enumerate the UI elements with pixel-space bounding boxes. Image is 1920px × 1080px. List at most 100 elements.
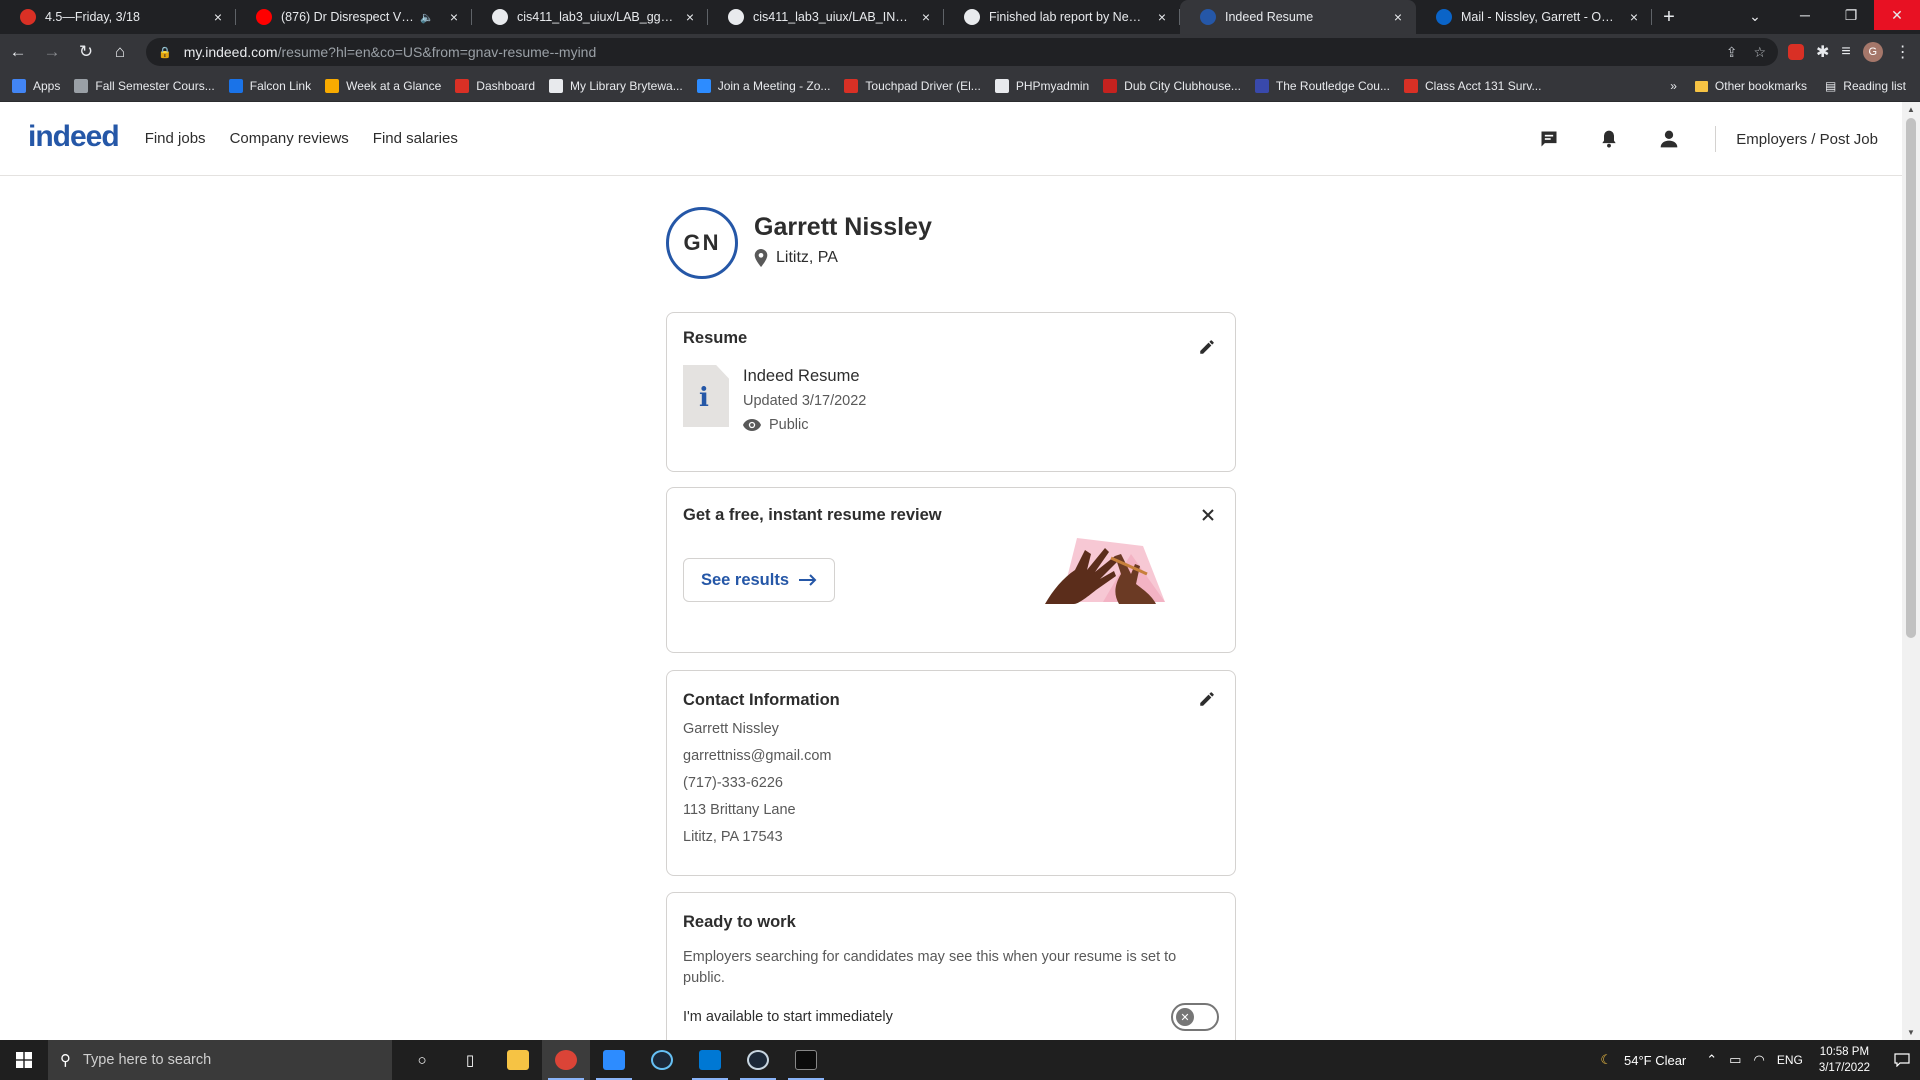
scroll-up-arrow-icon[interactable]: ▲ bbox=[1907, 105, 1915, 114]
see-results-button[interactable]: See results bbox=[683, 558, 835, 602]
tab-close-icon[interactable]: × bbox=[446, 9, 462, 25]
tab-close-icon[interactable]: × bbox=[1390, 9, 1406, 25]
tab-search-icon[interactable]: ⌄ bbox=[1740, 4, 1770, 28]
tab-close-icon[interactable]: × bbox=[918, 9, 934, 25]
bookmark-item[interactable]: Apps bbox=[12, 78, 60, 93]
browser-tab[interactable]: Finished lab report by NedacNobody × bbox=[944, 0, 1180, 34]
browser-tab[interactable]: Mail - Nissley, Garrett - Outlook × bbox=[1416, 0, 1652, 34]
steam-taskbar-icon[interactable] bbox=[638, 1040, 686, 1080]
bookmark-item[interactable]: Week at a Glance bbox=[325, 78, 441, 93]
tray-chevron-up-icon[interactable]: ⌃ bbox=[1706, 1052, 1717, 1068]
minimize-icon[interactable]: ─ bbox=[1782, 0, 1828, 30]
zoom-taskbar-icon[interactable] bbox=[590, 1040, 638, 1080]
weather-text[interactable]: 54°F Clear bbox=[1624, 1053, 1686, 1068]
resume-document-icon[interactable]: i bbox=[683, 365, 729, 427]
bookmark-item[interactable]: Join a Meeting - Zo... bbox=[696, 78, 830, 93]
eye-icon bbox=[743, 419, 761, 431]
visibility-label: Public bbox=[769, 417, 809, 433]
wifi-icon[interactable]: ◠ bbox=[1753, 1052, 1764, 1068]
resume-visibility[interactable]: Public bbox=[743, 417, 809, 433]
bookmark-star-icon[interactable]: ☆ bbox=[1753, 44, 1766, 61]
battery-icon[interactable]: ▭ bbox=[1729, 1052, 1741, 1068]
url-host: my.indeed.com bbox=[183, 44, 278, 60]
nav-company-reviews[interactable]: Company reviews bbox=[230, 130, 349, 147]
tab-favicon-icon bbox=[492, 9, 508, 25]
other-bookmarks[interactable]: Other bookmarks bbox=[1694, 79, 1807, 93]
bookmark-item[interactable]: Dashboard bbox=[455, 78, 535, 93]
forward-icon[interactable]: → bbox=[36, 36, 68, 68]
contact-name: Garrett Nissley bbox=[683, 721, 779, 737]
cortana-icon[interactable]: ○ bbox=[398, 1040, 446, 1080]
notifications-bell-icon[interactable] bbox=[1579, 128, 1639, 150]
tab-close-icon[interactable]: × bbox=[1626, 9, 1642, 25]
tab-close-icon[interactable]: × bbox=[682, 9, 698, 25]
nav-find-jobs[interactable]: Find jobs bbox=[145, 130, 206, 147]
windows-start-icon[interactable] bbox=[0, 1040, 48, 1080]
edit-contact-pencil-icon[interactable] bbox=[1195, 687, 1219, 711]
weather-moon-icon[interactable]: ☾ bbox=[1600, 1052, 1612, 1068]
menu-kebab-icon[interactable]: ⋮ bbox=[1895, 42, 1911, 62]
new-tab-button[interactable]: + bbox=[1652, 0, 1686, 34]
bookmark-item[interactable]: Touchpad Driver (El... bbox=[844, 78, 981, 93]
resume-file-name[interactable]: Indeed Resume bbox=[743, 367, 860, 386]
bookmark-item[interactable]: Dub City Clubhouse... bbox=[1103, 78, 1241, 93]
bookmarks-overflow[interactable]: » bbox=[1670, 79, 1677, 93]
tab-separator bbox=[1651, 9, 1652, 25]
vscode-taskbar-icon[interactable] bbox=[686, 1040, 734, 1080]
browser-tab-active[interactable]: Indeed Resume × bbox=[1180, 0, 1416, 34]
indeed-logo[interactable]: indeed bbox=[28, 120, 120, 154]
bookmark-item[interactable]: Falcon Link bbox=[228, 78, 311, 93]
account-person-icon[interactable] bbox=[1639, 129, 1699, 149]
tab-close-icon[interactable]: × bbox=[210, 9, 226, 25]
terminal-taskbar-icon[interactable] bbox=[782, 1040, 830, 1080]
page-viewport: indeed Find jobs Company reviews Find sa… bbox=[0, 102, 1902, 1040]
tab-audio-icon[interactable]: 🔈 bbox=[420, 11, 434, 24]
reading-list[interactable]: ▤ Reading list bbox=[1825, 79, 1906, 93]
nav-find-salaries[interactable]: Find salaries bbox=[373, 130, 458, 147]
extension-icon[interactable] bbox=[1788, 44, 1804, 60]
back-icon[interactable]: ← bbox=[2, 36, 34, 68]
dismiss-close-icon[interactable] bbox=[1197, 504, 1219, 526]
browser-tab[interactable]: (876) Dr Disrespect Vs Twitch 🔈 × bbox=[236, 0, 472, 34]
url-path: /resume?hl=en&co=US&from=gnav-resume--my… bbox=[277, 44, 597, 60]
input-language[interactable]: ENG bbox=[1777, 1053, 1803, 1067]
available-toggle[interactable]: ✕ bbox=[1171, 1003, 1219, 1031]
task-view-icon[interactable]: ▯ bbox=[446, 1040, 494, 1080]
profile-avatar[interactable]: G bbox=[1862, 42, 1883, 62]
tab-close-icon[interactable]: × bbox=[1154, 9, 1170, 25]
chrome-taskbar-icon[interactable] bbox=[542, 1040, 590, 1080]
bookmark-item[interactable]: The Routledge Cou... bbox=[1254, 78, 1390, 93]
tab-favicon-icon bbox=[20, 9, 36, 25]
media-control-icon[interactable]: ≡ bbox=[1841, 43, 1850, 61]
bookmark-favicon-icon bbox=[844, 78, 859, 93]
puzzle-icon[interactable]: ✱ bbox=[1816, 42, 1829, 62]
messages-icon[interactable] bbox=[1519, 129, 1579, 149]
bookmark-item[interactable]: Fall Semester Cours... bbox=[74, 78, 215, 93]
file-explorer-icon[interactable] bbox=[494, 1040, 542, 1080]
notification-center-icon[interactable] bbox=[1884, 1040, 1920, 1080]
scroll-down-arrow-icon[interactable]: ▼ bbox=[1907, 1028, 1915, 1037]
browser-tab[interactable]: cis411_lab3_uiux/LAB_INSTRUCTIONS × bbox=[708, 0, 944, 34]
bookmark-item[interactable]: My Library Brytewa... bbox=[549, 78, 683, 93]
contact-city: Lititz, PA 17543 bbox=[683, 829, 783, 845]
address-bar[interactable]: 🔒 my.indeed.com/resume?hl=en&co=US&from=… bbox=[146, 38, 1778, 66]
reload-icon[interactable]: ↻ bbox=[70, 36, 102, 68]
taskbar-search-box[interactable]: ⚲ Type here to search bbox=[48, 1040, 392, 1080]
bookmarks-bar: Apps Fall Semester Cours... Falcon Link Wee… bbox=[0, 70, 1920, 102]
browser-tab[interactable]: cis411_lab3_uiux/LAB_ggn10.md × bbox=[472, 0, 708, 34]
search-icon: ⚲ bbox=[60, 1052, 71, 1069]
bookmark-item[interactable]: Class Acct 131 Surv... bbox=[1403, 78, 1541, 93]
edit-resume-pencil-icon[interactable] bbox=[1195, 335, 1219, 359]
bookmark-item[interactable]: PHPmyadmin bbox=[994, 78, 1089, 93]
taskbar-clock[interactable]: 10:58 PM 3/17/2022 bbox=[1819, 1044, 1870, 1076]
employers-post-job-link[interactable]: Employers / Post Job bbox=[1736, 131, 1878, 148]
bookmark-label: Dashboard bbox=[476, 78, 535, 93]
browser-tab[interactable]: 4.5—Friday, 3/18 × bbox=[0, 0, 236, 34]
page-scrollbar[interactable]: ▲ ▼ bbox=[1902, 102, 1920, 1040]
share-icon[interactable]: ⇪ bbox=[1726, 44, 1738, 61]
restore-icon[interactable]: ❐ bbox=[1828, 0, 1874, 30]
home-icon[interactable]: ⌂ bbox=[104, 36, 136, 68]
window-close-icon[interactable]: ✕ bbox=[1874, 0, 1920, 30]
scrollbar-thumb[interactable] bbox=[1906, 118, 1916, 638]
steam-running-taskbar-icon[interactable] bbox=[734, 1040, 782, 1080]
